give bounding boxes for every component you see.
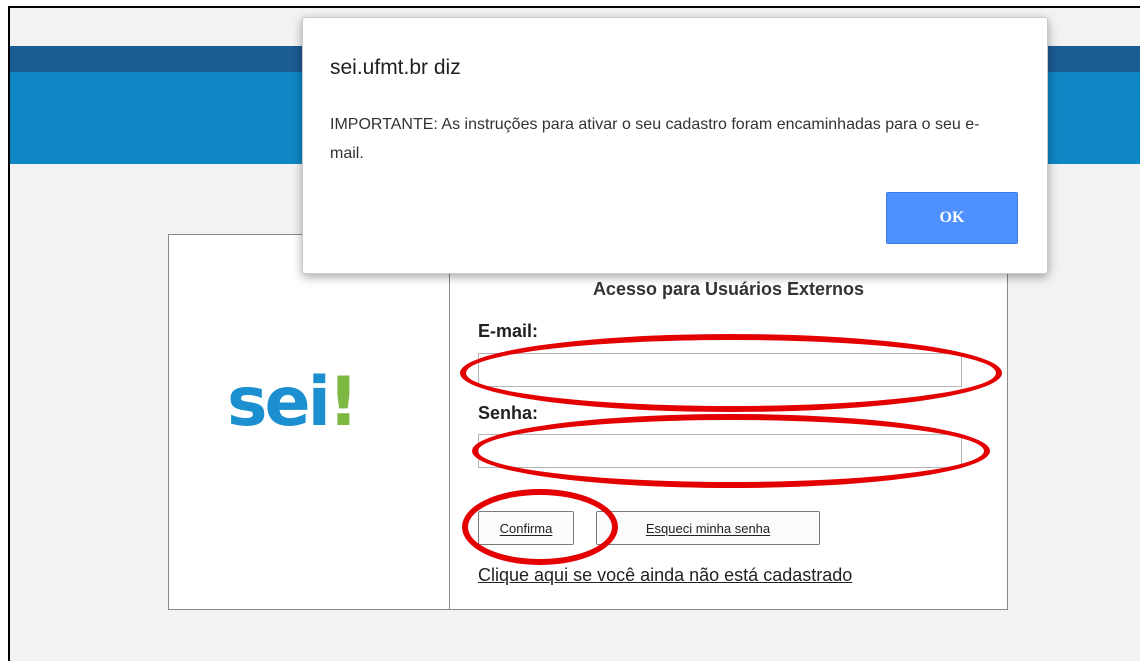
dialog-message: IMPORTANTE: As instruções para ativar o … bbox=[330, 116, 980, 162]
logo-pane: sei! bbox=[169, 235, 450, 609]
password-field[interactable] bbox=[478, 434, 962, 468]
email-field[interactable] bbox=[478, 353, 962, 387]
sei-logo-text: sei bbox=[227, 363, 331, 442]
sei-logo-accent: ! bbox=[327, 363, 359, 442]
password-label: Senha: bbox=[478, 403, 539, 423]
ok-button[interactable]: OK bbox=[886, 192, 1018, 244]
dialog-title: sei.ufmt.br diz bbox=[330, 56, 461, 79]
confirm-button[interactable]: Confirma bbox=[478, 511, 574, 545]
sei-logo: sei! bbox=[227, 369, 359, 437]
email-label: E-mail: bbox=[478, 321, 539, 341]
login-form: Acesso para Usuários Externos E-mail: Se… bbox=[450, 235, 1007, 609]
login-title: Acesso para Usuários Externos bbox=[592, 279, 865, 299]
register-link[interactable]: Clique aqui se você ainda não está cadas… bbox=[478, 565, 852, 586]
login-panel: sei! Acesso para Usuários Externos E-mai… bbox=[168, 234, 1008, 610]
alert-dialog: sei.ufmt.br diz IMPORTANTE: As instruçõe… bbox=[302, 17, 1048, 274]
forgot-password-button[interactable]: Esqueci minha senha bbox=[596, 511, 820, 545]
